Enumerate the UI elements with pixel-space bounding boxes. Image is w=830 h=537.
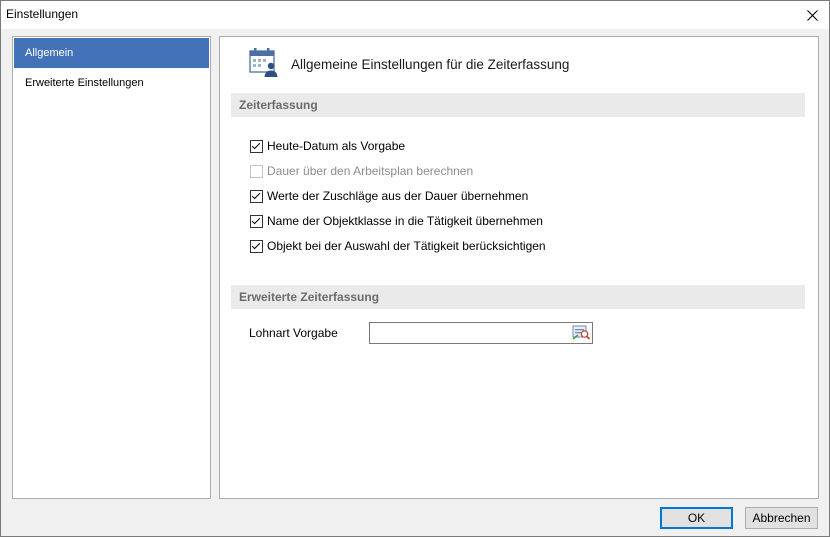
settings-navigation: Allgemein Erweiterte Einstellungen (12, 36, 211, 499)
settings-panel: Allgemeine Einstellungen für die Zeiterf… (219, 36, 819, 499)
checkbox-objekt-auswahl[interactable]: Objekt bei der Auswahl der Tätigkeit ber… (250, 238, 546, 254)
checkbox-label: Dauer über den Arbeitsplan berechnen (267, 164, 474, 178)
section-title: Zeiterfassung (239, 98, 318, 112)
title-bar: Einstellungen (1, 1, 829, 29)
checkbox-box[interactable] (250, 189, 263, 203)
checkbox-dauer-arbeitsplan: Dauer über den Arbeitsplan berechnen (250, 163, 473, 179)
lohnart-input[interactable] (372, 324, 568, 341)
window-title: Einstellungen (6, 7, 79, 21)
checkbox-objektklasse[interactable]: Name der Objektklasse in die Tätigkeit ü… (250, 213, 543, 229)
section-header-zeiterfassung: Zeiterfassung (231, 93, 805, 117)
section-header-erweiterte-zeiterfassung: Erweiterte Zeiterfassung (231, 285, 805, 309)
checkbox-label: Heute-Datum als Vorgabe (267, 139, 406, 153)
close-button[interactable] (795, 1, 829, 29)
lohnart-field (369, 322, 593, 344)
checkbox-box (250, 164, 263, 178)
lookup-icon[interactable] (572, 324, 591, 341)
checkbox-heute-datum[interactable]: Heute-Datum als Vorgabe (250, 138, 405, 154)
checkbox-label: Werte der Zuschläge aus der Dauer überne… (267, 189, 529, 203)
ok-button[interactable]: OK (660, 507, 733, 529)
lohnart-label: Lohnart Vorgabe (249, 326, 338, 340)
section-title: Erweiterte Zeiterfassung (239, 290, 380, 304)
nav-item-erweiterte-einstellungen[interactable]: Erweiterte Einstellungen (14, 68, 209, 98)
calendar-person-icon (249, 48, 278, 77)
page-title: Allgemeine Einstellungen für die Zeiterf… (291, 57, 570, 72)
nav-item-allgemein[interactable]: Allgemein (14, 38, 209, 68)
checkbox-label: Objekt bei der Auswahl der Tätigkeit ber… (267, 239, 546, 253)
checkbox-werte-zuschlaege[interactable]: Werte der Zuschläge aus der Dauer überne… (250, 188, 528, 204)
cancel-button[interactable]: Abbrechen (745, 507, 818, 529)
settings-dialog: Einstellungen Allgemein Erweiterte Einst… (0, 0, 830, 537)
checkbox-box[interactable] (250, 239, 263, 253)
checkbox-label: Name der Objektklasse in die Tätigkeit ü… (267, 214, 543, 228)
checkbox-box[interactable] (250, 139, 263, 153)
checkbox-box[interactable] (250, 214, 263, 228)
close-icon (806, 9, 818, 21)
